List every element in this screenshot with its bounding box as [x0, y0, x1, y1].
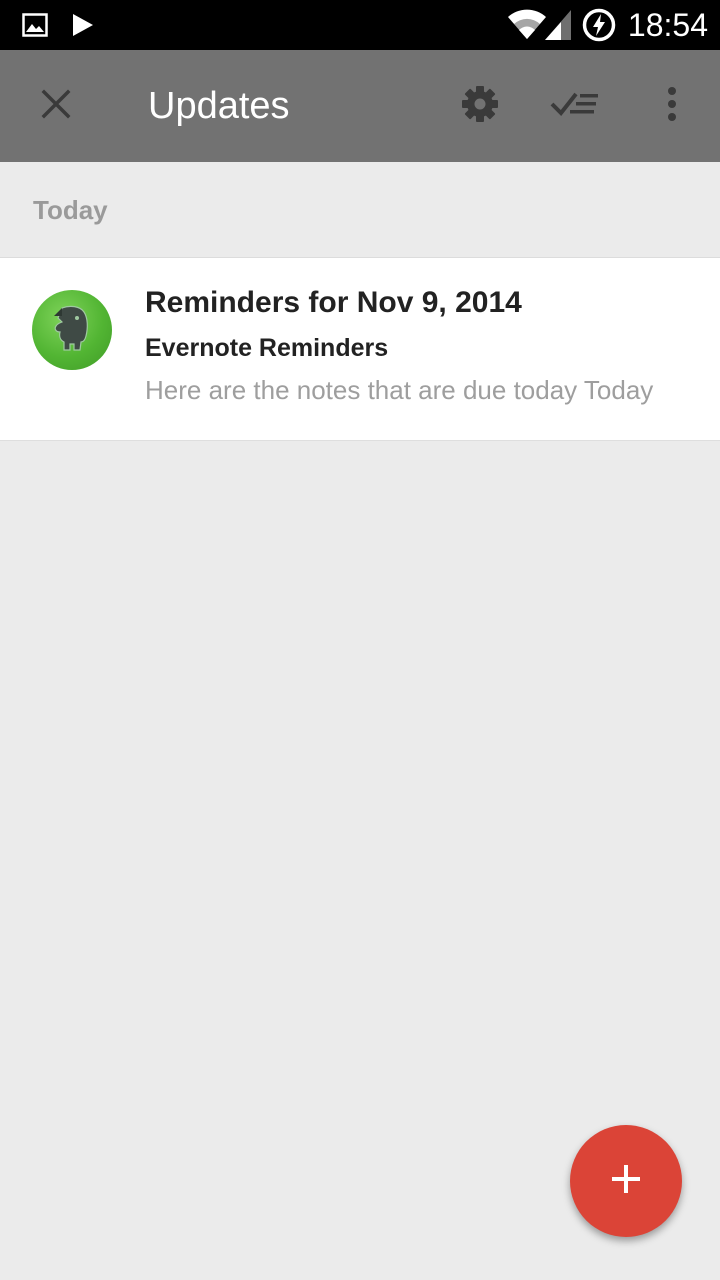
section-label-today: Today	[33, 195, 108, 225]
mark-all-done-button[interactable]	[540, 50, 612, 162]
evernote-elephant-icon	[50, 304, 94, 357]
play-store-icon	[72, 0, 94, 50]
update-list-item[interactable]: Reminders for Nov 9, 2014 Evernote Remin…	[0, 258, 720, 441]
page-title: Updates	[148, 85, 290, 127]
close-icon	[40, 88, 72, 125]
more-vert-icon	[667, 86, 677, 127]
item-title: Reminders for Nov 9, 2014	[145, 286, 522, 319]
item-snippet: Here are the notes that are due today To…	[145, 375, 654, 405]
add-fab-button[interactable]	[570, 1125, 682, 1237]
settings-button[interactable]	[448, 50, 512, 162]
clock: 18:54	[627, 7, 708, 43]
wifi-icon	[507, 0, 547, 50]
toolbar: Updates	[0, 50, 720, 162]
section-header: Today	[0, 162, 720, 258]
close-button[interactable]	[24, 50, 88, 162]
battery-charging-icon	[582, 0, 616, 50]
signal-icon	[544, 0, 572, 50]
item-sender: Evernote Reminders	[145, 334, 389, 362]
more-options-button[interactable]	[648, 50, 696, 162]
status-bar: 18:54	[0, 0, 720, 50]
mark-all-done-icon	[550, 88, 602, 125]
gallery-icon	[22, 0, 48, 50]
settings-icon	[461, 85, 499, 128]
avatar	[32, 290, 112, 370]
plus-icon	[610, 1163, 642, 1200]
updates-screen: 18:54 Updates Today Reminders for Nov 9,…	[0, 0, 720, 1280]
